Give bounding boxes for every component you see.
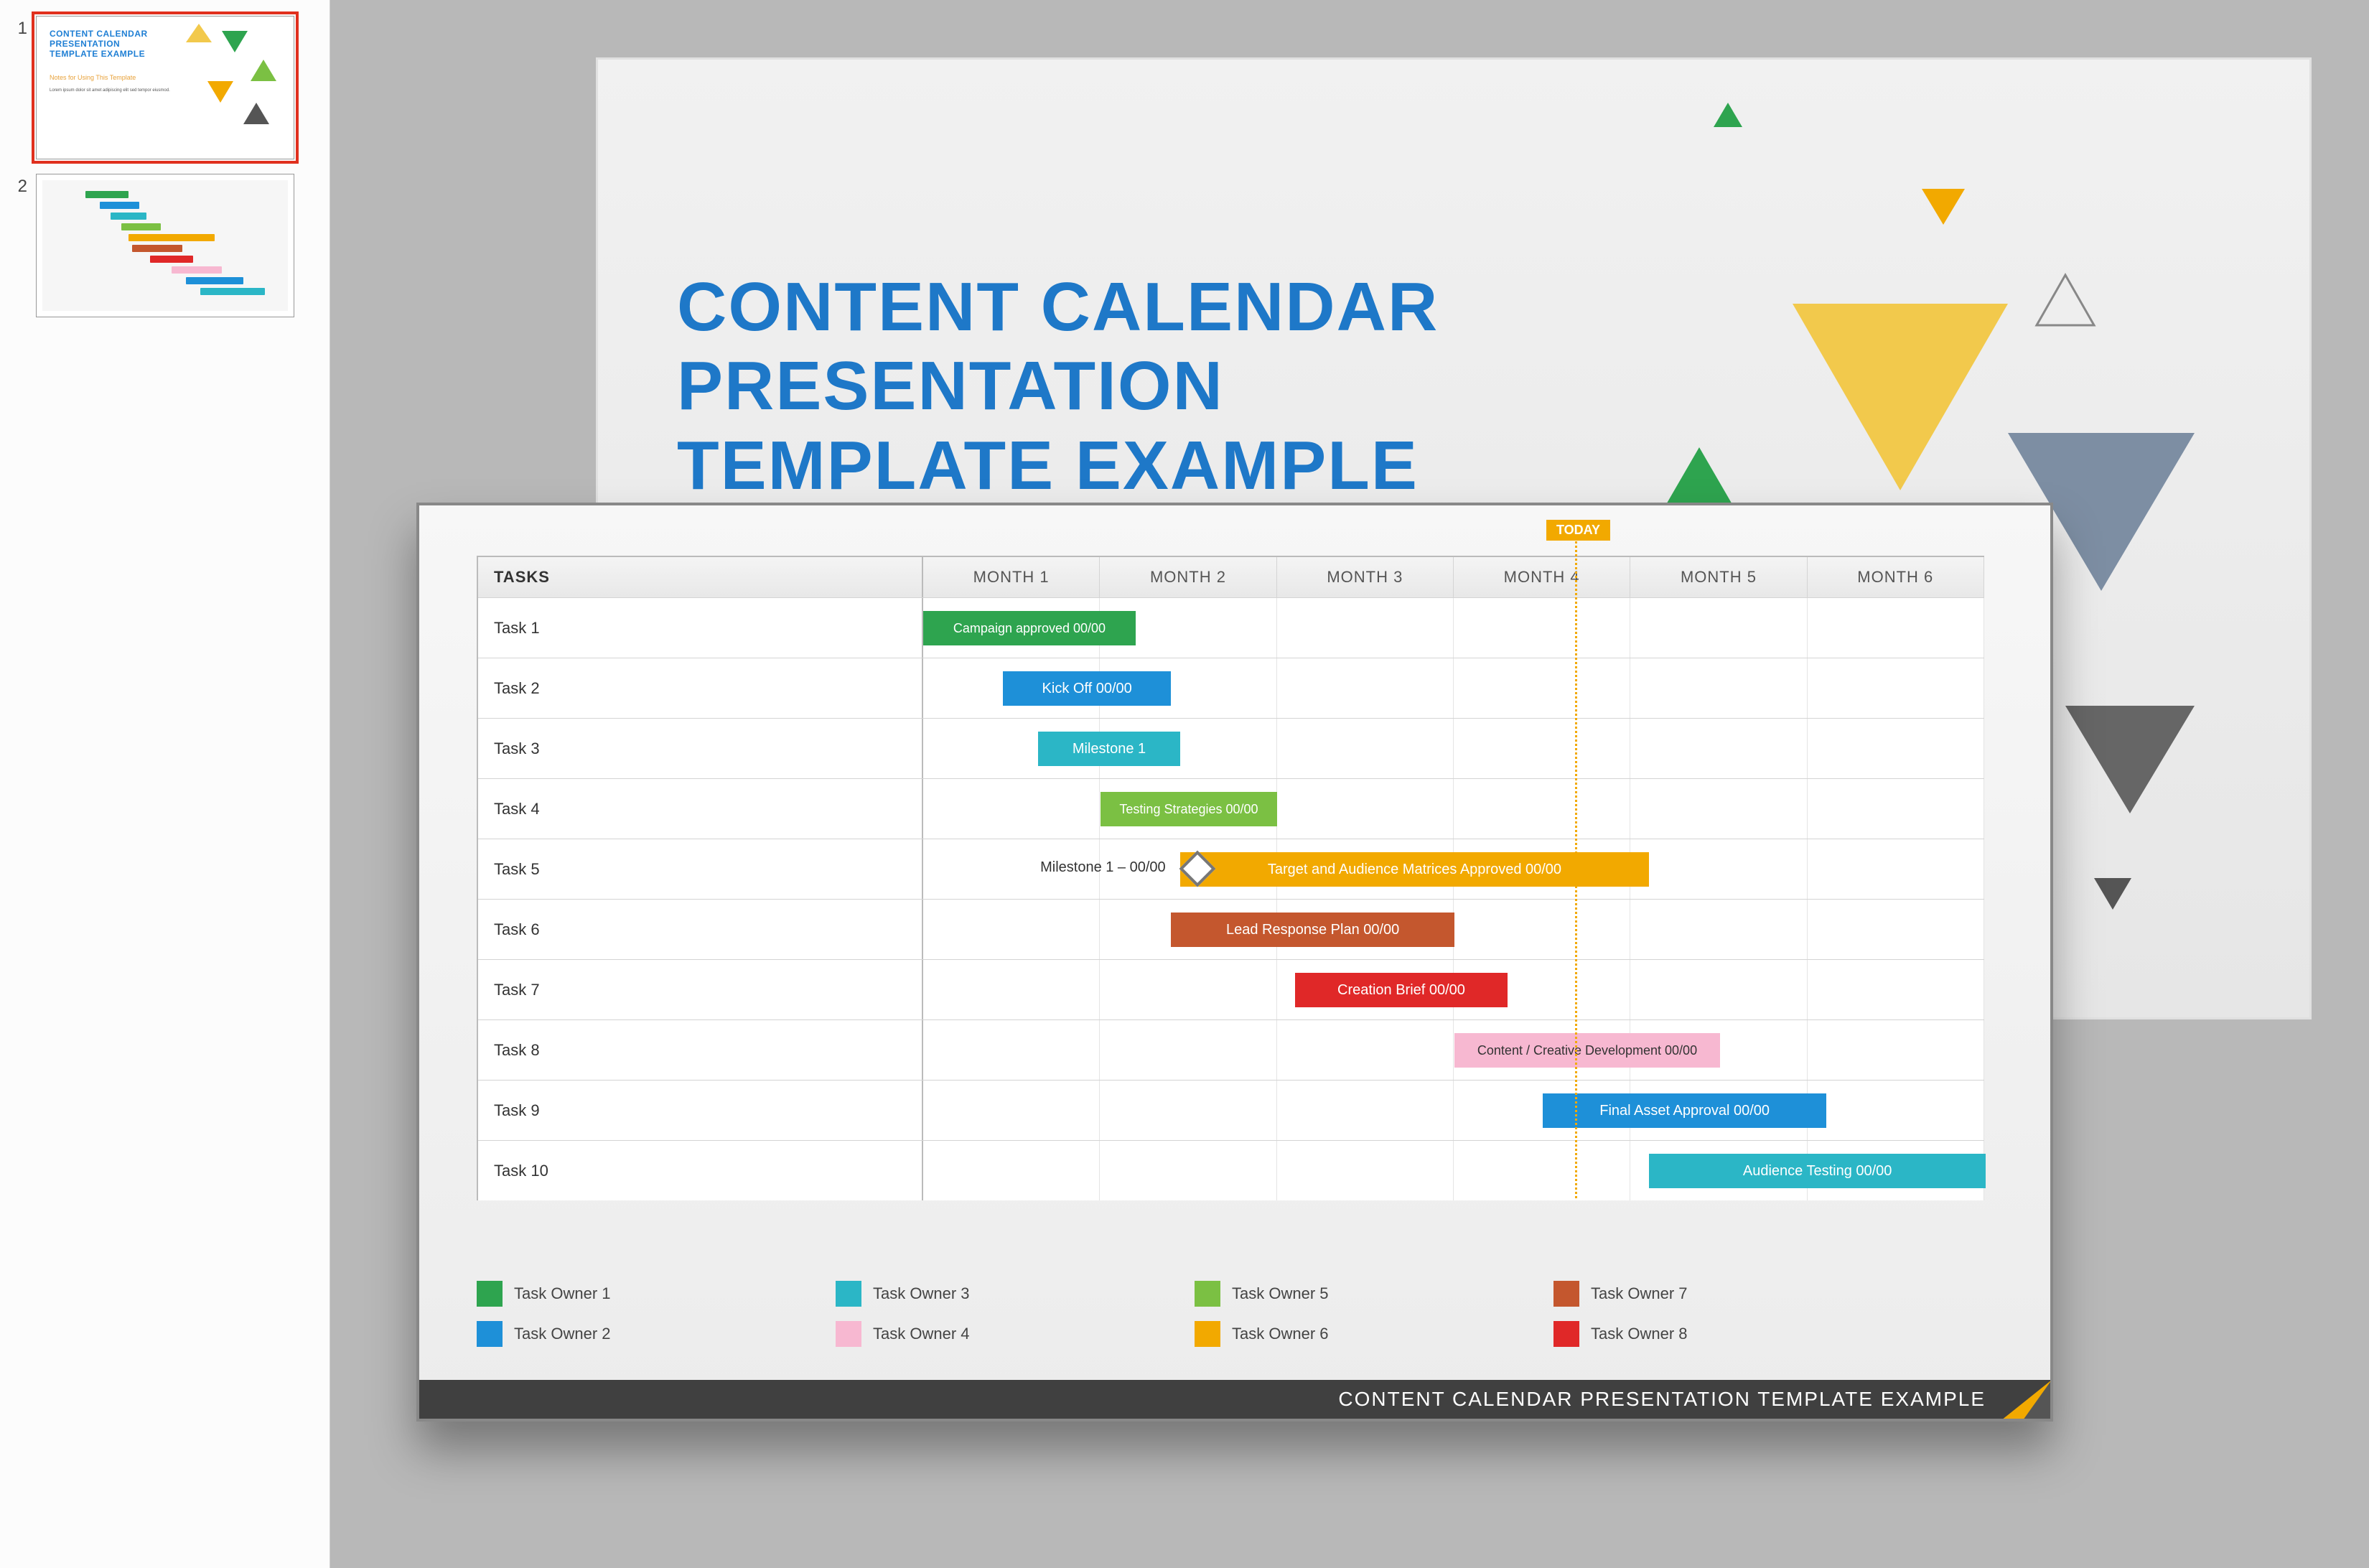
gantt-month-5: MONTH 5 [1630,557,1807,597]
gantt-row-5-pre-label: Milestone 1 – 00/00 [923,859,1166,876]
footer-accent-icon-2 [2023,1380,2052,1420]
legend-label: Task Owner 8 [1591,1325,1688,1343]
gantt-chart: TASKS MONTH 1 MONTH 2 MONTH 3 MONTH 4 MO… [477,556,1984,1200]
gantt-row-10-task-label: Task 10 [478,1141,923,1200]
legend-item-2: Task Owner 2 [477,1321,836,1347]
gantt-bar-4[interactable]: Testing Strategies 00/00 [1101,792,1278,826]
slide-thumbnail-panel: 1 CONTENT CALENDAR PRESENTATION TEMPLATE… [0,0,330,1568]
legend-swatch-icon [477,1321,503,1347]
slide-footer-bar: CONTENT CALENDAR PRESENTATION TEMPLATE E… [419,1380,2050,1419]
gantt-bar-10[interactable]: Audience Testing 00/00 [1649,1154,1986,1188]
thumbnail-2[interactable] [36,174,294,317]
gantt-row-2: Task 2 Kick Off 00/00 [478,658,1984,718]
legend-item-1: Task Owner 1 [477,1281,836,1307]
legend-swatch-icon [1195,1281,1220,1307]
gantt-month-1: MONTH 1 [923,557,1100,597]
slide-1-title-line3: TEMPLATE EXAMPLE [677,427,1419,504]
gantt-row-8: Task 8 Content / Creative Development 00/… [478,1019,1984,1080]
legend-swatch-icon [1553,1321,1579,1347]
thumbnail-2-number: 2 [13,174,27,197]
today-marker-label: TODAY [1546,520,1610,541]
gantt-row-3-task-label: Task 3 [478,719,923,778]
gantt-header-row: TASKS MONTH 1 MONTH 2 MONTH 3 MONTH 4 MO… [478,557,1984,597]
gantt-bar-9[interactable]: Final Asset Approval 00/00 [1543,1093,1826,1128]
gantt-row-4: Task 4 Testing Strategies 00/00 [478,778,1984,839]
slide-1-title: CONTENT CALENDAR PRESENTATION TEMPLATE E… [677,268,1439,505]
legend-label: Task Owner 5 [1232,1284,1329,1303]
legend-item-4: Task Owner 4 [836,1321,1195,1347]
gantt-row-2-task-label: Task 2 [478,658,923,718]
gantt-bar-7[interactable]: Creation Brief 00/00 [1295,973,1508,1007]
slide-2-gantt-slide[interactable]: TODAY TASKS MONTH 1 MONTH 2 MONTH 3 MONT… [416,503,2053,1422]
thumbnail-1[interactable]: CONTENT CALENDAR PRESENTATION TEMPLATE E… [36,16,294,159]
gantt-month-3: MONTH 3 [1277,557,1454,597]
legend-item-8: Task Owner 8 [1553,1321,1912,1347]
gantt-month-6: MONTH 6 [1808,557,1984,597]
gantt-row-9: Task 9 Final Asset Approval 00/00 [478,1080,1984,1140]
gantt-bar-2[interactable]: Kick Off 00/00 [1003,671,1171,706]
slide-1-title-line1: CONTENT CALENDAR [677,269,1439,345]
gantt-bar-1[interactable]: Campaign approved 00/00 [923,611,1136,645]
legend-label: Task Owner 4 [873,1325,970,1343]
thumbnail-1-title: CONTENT CALENDAR PRESENTATION TEMPLATE E… [50,29,148,59]
thumbnail-1-body: Lorem ipsum dolor sit amet adipiscing el… [50,88,179,94]
gantt-row-7: Task 7 Creation Brief 00/00 [478,959,1984,1019]
gantt-bar-6[interactable]: Lead Response Plan 00/00 [1171,913,1454,947]
thumbnail-1-decor [179,17,294,159]
gantt-row-3: Task 3 Milestone 1 [478,718,1984,778]
gantt-row-4-task-label: Task 4 [478,779,923,839]
legend-label: Task Owner 7 [1591,1284,1688,1303]
legend-label: Task Owner 3 [873,1284,970,1303]
slide-footer-text: CONTENT CALENDAR PRESENTATION TEMPLATE E… [1338,1388,2029,1411]
gantt-bar-8[interactable]: Content / Creative Development 00/00 [1454,1033,1720,1068]
slide-1-title-line2: PRESENTATION [677,347,1224,424]
gantt-row-8-task-label: Task 8 [478,1020,923,1080]
gantt-bar-5[interactable]: Target and Audience Matrices Approved 00… [1180,852,1650,887]
legend-label: Task Owner 2 [514,1325,611,1343]
thumbnail-1-row[interactable]: 1 CONTENT CALENDAR PRESENTATION TEMPLATE… [0,9,330,167]
legend-item-3: Task Owner 3 [836,1281,1195,1307]
legend-swatch-icon [477,1281,503,1307]
legend-item-6: Task Owner 6 [1195,1321,1553,1347]
gantt-row-6-task-label: Task 6 [478,900,923,959]
gantt-row-5: Task 5 Target and Audience Matrices Appro… [478,839,1984,899]
legend-swatch-icon [836,1321,861,1347]
legend-swatch-icon [1553,1281,1579,1307]
thumbnail-1-notes: Notes for Using This Template [50,74,136,81]
legend-label: Task Owner 1 [514,1284,611,1303]
legend-item-5: Task Owner 5 [1195,1281,1553,1307]
gantt-tasks-header: TASKS [478,557,923,597]
legend-swatch-icon [836,1281,861,1307]
gantt-row-1: Task 1Campaign approved 00/00 [478,597,1984,658]
gantt-bar-3[interactable]: Milestone 1 [1038,732,1179,766]
thumbnail-2-row[interactable]: 2 [0,167,330,325]
gantt-row-7-task-label: Task 7 [478,960,923,1019]
gantt-row-6: Task 6 Lead Response Plan 00/00 [478,899,1984,959]
today-marker-line [1575,520,1577,1198]
gantt-month-2: MONTH 2 [1100,557,1276,597]
gantt-legend: Task Owner 1 Task Owner 3 Task Owner 5 Task… [477,1274,1912,1354]
legend-label: Task Owner 6 [1232,1325,1329,1343]
gantt-row-1-task-label: Task 1 [478,598,923,658]
legend-swatch-icon [1195,1321,1220,1347]
gantt-row-9-task-label: Task 9 [478,1081,923,1140]
gantt-month-4: MONTH 4 [1454,557,1630,597]
gantt-row-10: Task 10 Audience Testing 00/00 [478,1140,1984,1200]
gantt-row-5-task-label: Task 5 [478,839,923,899]
editor-stage: CONTENT CALENDAR PRESENTATION TEMPLATE E… [330,0,2369,1568]
thumbnail-1-number: 1 [13,16,27,39]
legend-item-7: Task Owner 7 [1553,1281,1912,1307]
